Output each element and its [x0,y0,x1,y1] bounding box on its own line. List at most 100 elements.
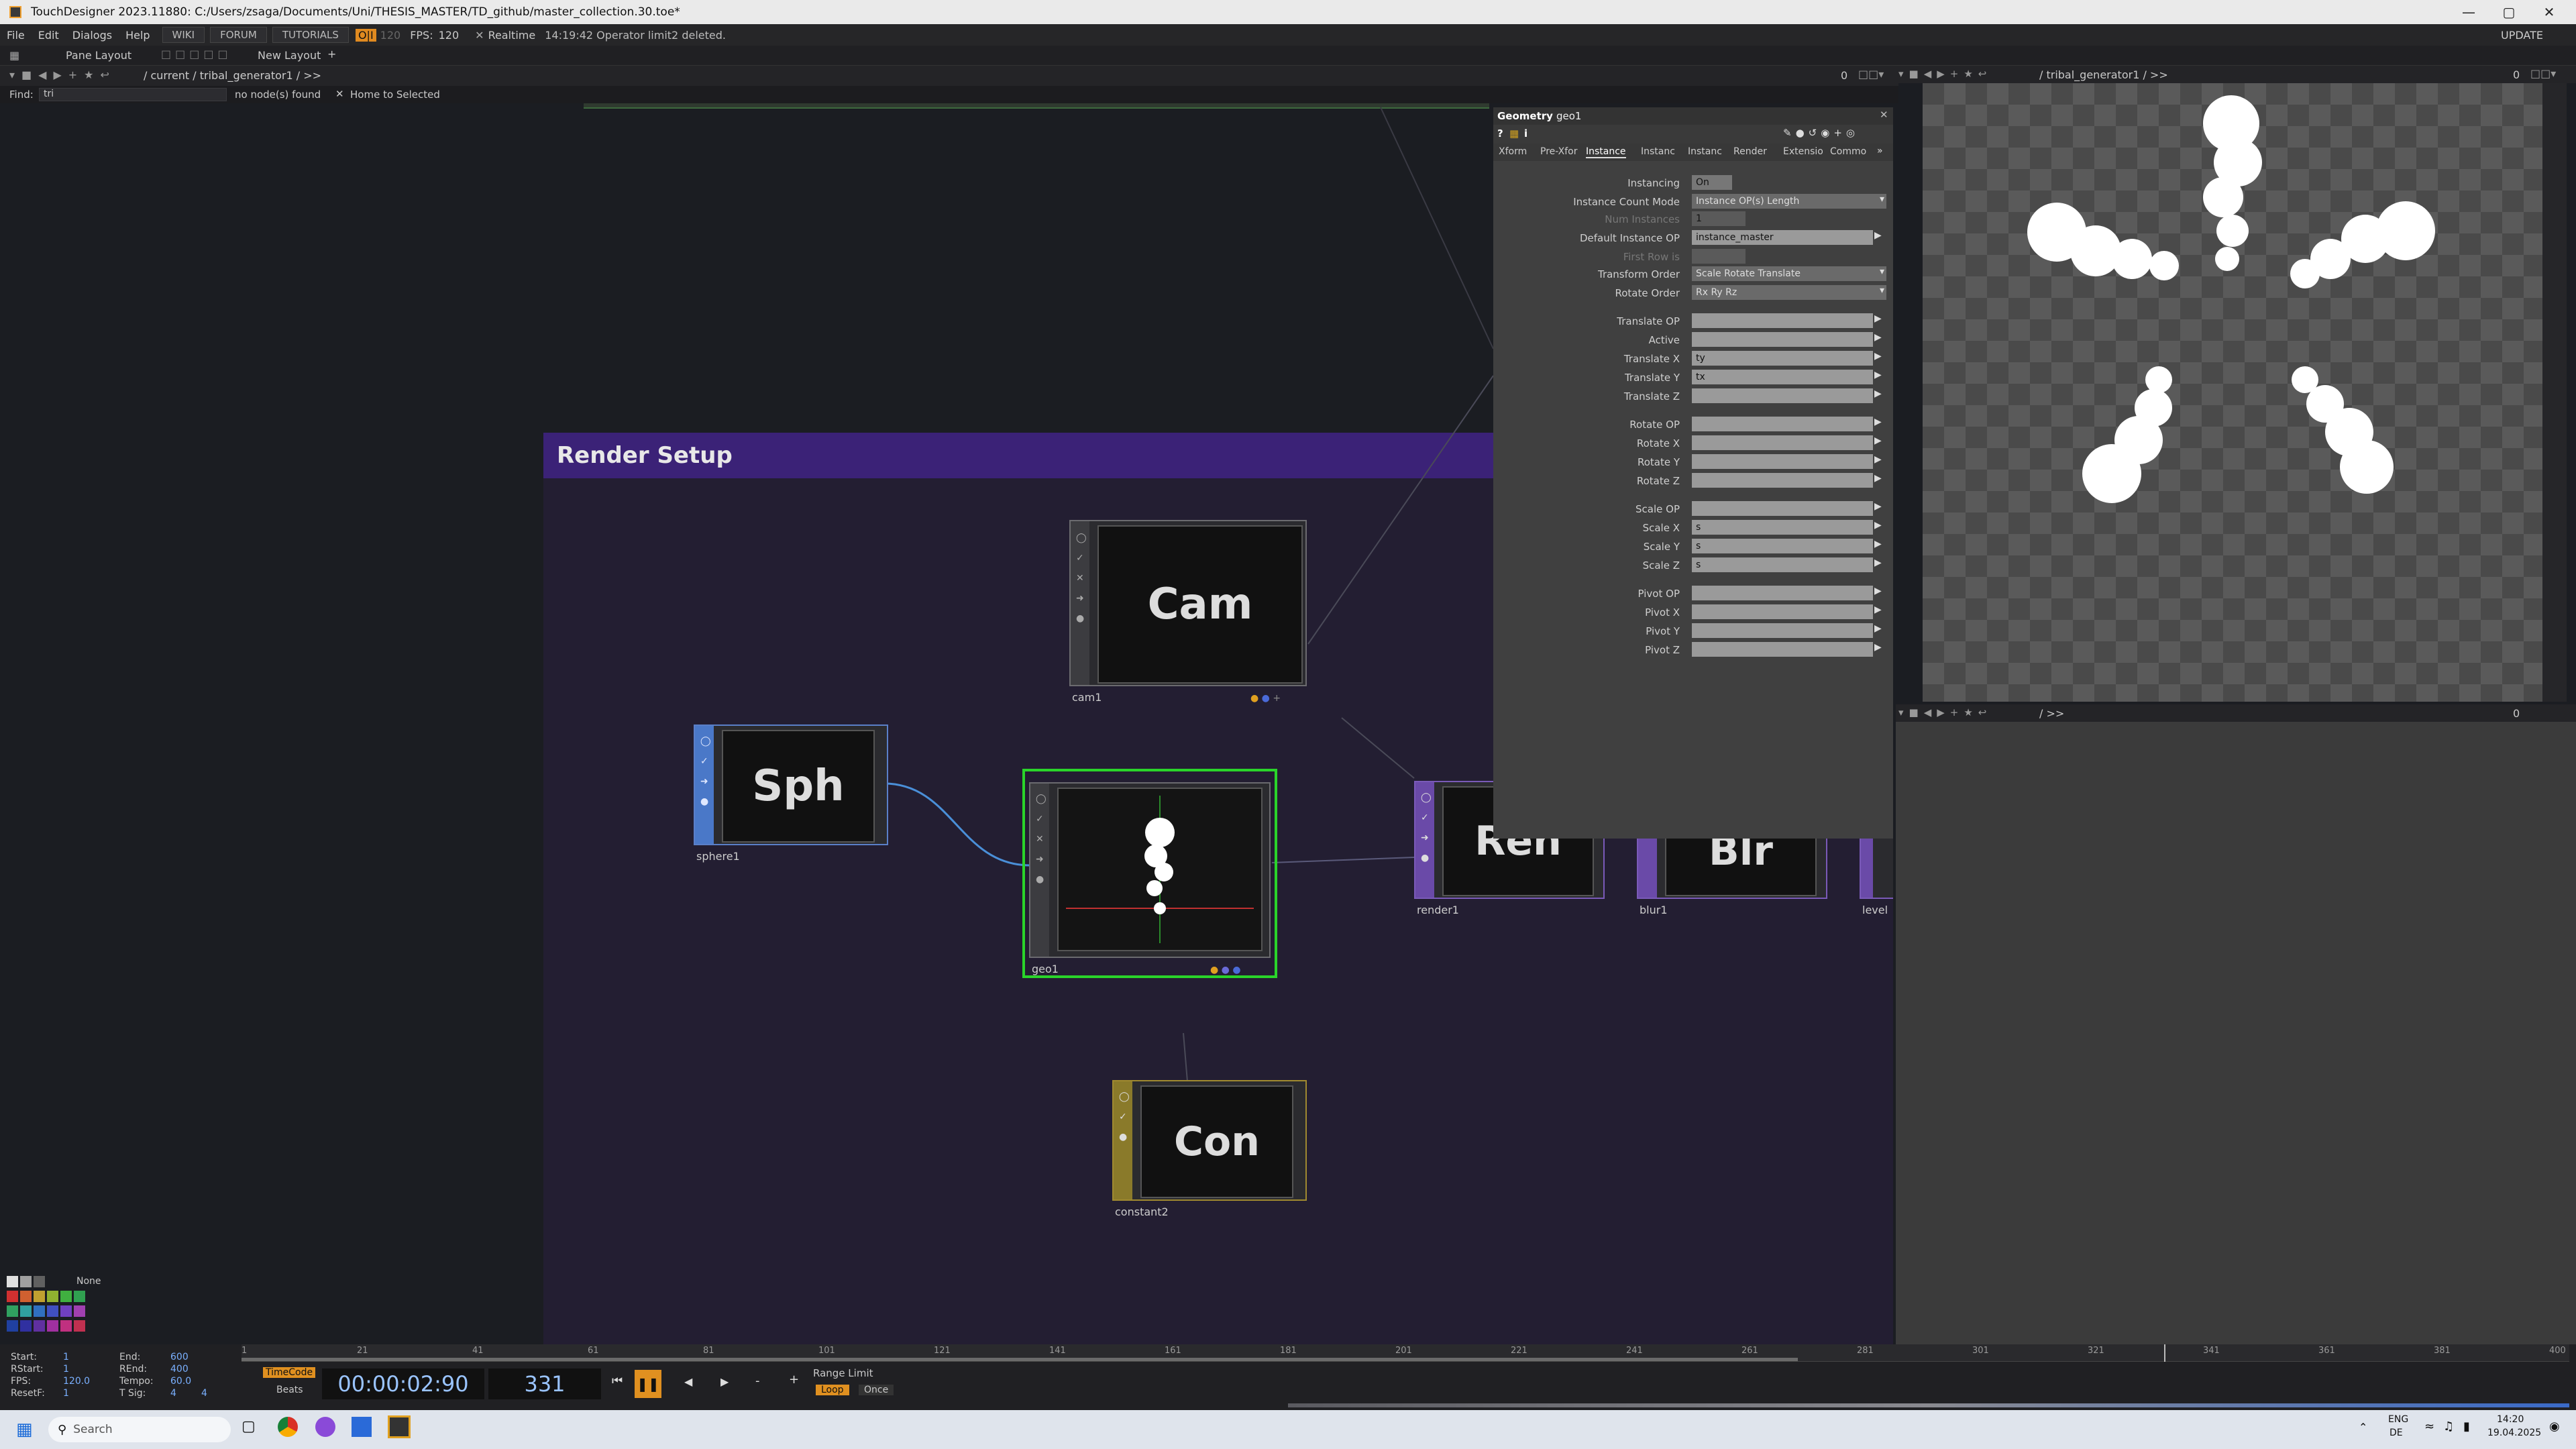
param-value[interactable]: s [1692,539,1873,553]
lower-path[interactable]: / >> [2039,707,2064,720]
lower-pane[interactable] [1896,722,2576,1350]
close-button[interactable]: ✕ [2529,0,2569,24]
param-expand-icon[interactable]: ▶ [1874,520,1888,535]
chrome-icon[interactable] [278,1417,298,1437]
lower-nav-icons[interactable]: ▾■◀▶+★↩ [1898,706,1992,718]
param-expand-icon[interactable]: ▶ [1874,604,1888,619]
playhead[interactable] [2164,1344,2165,1362]
render-node-label[interactable]: render1 [1417,904,1459,916]
param-expand-icon[interactable]: ▶ [1874,313,1888,328]
resetf-value[interactable]: 1 [63,1387,69,1399]
timecode-button[interactable]: TimeCode [263,1367,316,1378]
step-back-button[interactable]: ◀ [684,1375,692,1388]
tab-xform[interactable]: Xform [1499,146,1527,157]
param-value[interactable] [1692,501,1873,516]
info-icon[interactable]: i [1524,127,1527,140]
tray-chevron-icon[interactable]: ⌃ [2359,1421,2367,1434]
param-value[interactable]: Rx Ry Rz [1692,285,1886,300]
param-value[interactable] [1692,454,1873,469]
tab-extensions[interactable]: Extensio [1783,146,1823,157]
sphere-node-icons[interactable]: ◯ ✓ ➜ ● [700,731,711,812]
tab-instance[interactable]: Instance [1586,146,1626,158]
viewer-controls-icon[interactable]: □□▾ [2530,67,2556,80]
rewind-button[interactable]: ⏮ [612,1374,623,1388]
fps-setting-value[interactable]: 120.0 [63,1375,90,1387]
minimize-button[interactable]: — [2449,0,2489,24]
tab-instance2[interactable]: Instanc [1641,146,1675,157]
sphere-node[interactable]: ◯ ✓ ➜ ● Sph sphere1 [694,724,888,863]
param-value[interactable]: instance_master [1692,230,1873,245]
pause-button[interactable]: ❚❚ [635,1370,661,1398]
lang-bottom[interactable]: DE [2390,1428,2403,1438]
range-bar[interactable] [241,1358,1798,1361]
dropdown-arrow-icon[interactable]: ▾ [1880,285,1893,300]
param-expand-icon[interactable]: ▶ [1874,454,1888,469]
tab-instance3[interactable]: Instanc [1688,146,1722,157]
param-value[interactable]: On [1692,175,1732,190]
viewer-scrollbar[interactable] [2542,83,2567,702]
geo-node-icons[interactable]: ◯ ✓ ✕ ➜ ● [1036,789,1046,890]
wifi-icon[interactable]: ≈ [2424,1419,2434,1434]
app2-icon[interactable] [315,1417,335,1437]
constant-node-icons[interactable]: ◯ ✓ ● [1119,1087,1130,1147]
param-value[interactable]: tx [1692,370,1873,384]
touchdesigner-taskbar-icon[interactable] [388,1415,411,1438]
rstart-value[interactable]: 1 [63,1363,69,1375]
cam-node-icons[interactable]: ◯ ✓ ✕ ➜ ● [1076,528,1087,629]
timecode-display[interactable]: 00:00:02:90 [322,1368,484,1399]
geo-node-label[interactable]: geo1 [1032,963,1059,975]
blur-node-label[interactable]: blur1 [1640,904,1668,916]
param-expand-icon[interactable]: ▶ [1874,586,1888,600]
param-expand-icon[interactable]: ▶ [1874,370,1888,384]
param-expand-icon[interactable]: ▶ [1874,539,1888,553]
param-expand-icon[interactable]: ▶ [1874,501,1888,516]
lang-top[interactable]: ENG [2388,1414,2408,1425]
viewer-pane[interactable] [1923,83,2542,702]
param-value[interactable] [1692,249,1746,264]
param-close-icon[interactable]: ✕ [1880,109,1888,121]
app3-icon[interactable] [352,1417,372,1437]
color-palette[interactable]: None [7,1276,107,1343]
geo-node-flags[interactable]: ● ● ● [1210,965,1241,975]
geo-node[interactable]: ◯ ✓ ✕ ➜ ● geo1 ● ● ● [1029,782,1271,975]
param-value[interactable] [1692,435,1873,450]
loop-button[interactable]: Loop [816,1385,849,1395]
speaker-icon[interactable]: ♫ [2443,1419,2454,1434]
param-value[interactable]: s [1692,520,1873,535]
tsig-numerator[interactable]: 4 [170,1387,176,1399]
clock-time[interactable]: 14:20 [2497,1414,2524,1425]
param-expand-icon[interactable]: ▶ [1874,388,1888,403]
param-expand-icon[interactable]: ▶ [1874,642,1888,657]
step-forward-button[interactable]: ▶ [720,1375,729,1388]
param-value[interactable] [1692,388,1873,403]
once-button[interactable]: Once [859,1385,894,1395]
tempo-value[interactable]: 60.0 [170,1375,191,1387]
cam-node-flags[interactable]: ● ● + [1250,693,1281,704]
param-expand-icon[interactable]: ▶ [1874,557,1888,572]
param-op-name[interactable]: geo1 [1556,110,1581,122]
frame-display[interactable]: 331 [488,1368,601,1399]
tabs-more-icon[interactable]: » [1877,146,1883,156]
param-value[interactable]: 1 [1692,211,1746,226]
update-button[interactable]: UPDATE [2501,29,2543,42]
param-value[interactable] [1692,642,1873,657]
dropdown-arrow-icon[interactable]: ▾ [1880,266,1893,281]
tab-common[interactable]: Commo [1830,146,1866,157]
start-value[interactable]: 1 [63,1351,69,1363]
param-expand-icon[interactable]: ▶ [1874,332,1888,347]
viewer-nav-icons[interactable]: ▾■◀▶+★↩ [1898,68,1992,80]
param-value[interactable]: Instance OP(s) Length [1692,194,1886,209]
param-expand-icon[interactable]: ▶ [1874,230,1888,245]
render-node-icons[interactable]: ◯ ✓ ➜ ● [1421,788,1432,868]
end-value[interactable]: 600 [170,1351,189,1363]
help-icon[interactable]: ? [1497,127,1503,140]
tab-render[interactable]: Render [1733,146,1767,157]
timeline-ruler[interactable]: 1 21 41 61 81 101 121 141 161 181 201 221 241 261 281 3… [241,1344,2569,1362]
param-value[interactable] [1692,332,1873,347]
tab-pre-xform[interactable]: Pre-Xfor [1540,146,1577,157]
param-value[interactable] [1692,473,1873,488]
task-view-icon[interactable]: ▢ [241,1418,256,1435]
python-icon[interactable]: ▦ [1509,127,1519,140]
param-tool-icons[interactable]: ✎●↺◉+◎ [1783,127,1859,139]
param-value[interactable] [1692,417,1873,431]
